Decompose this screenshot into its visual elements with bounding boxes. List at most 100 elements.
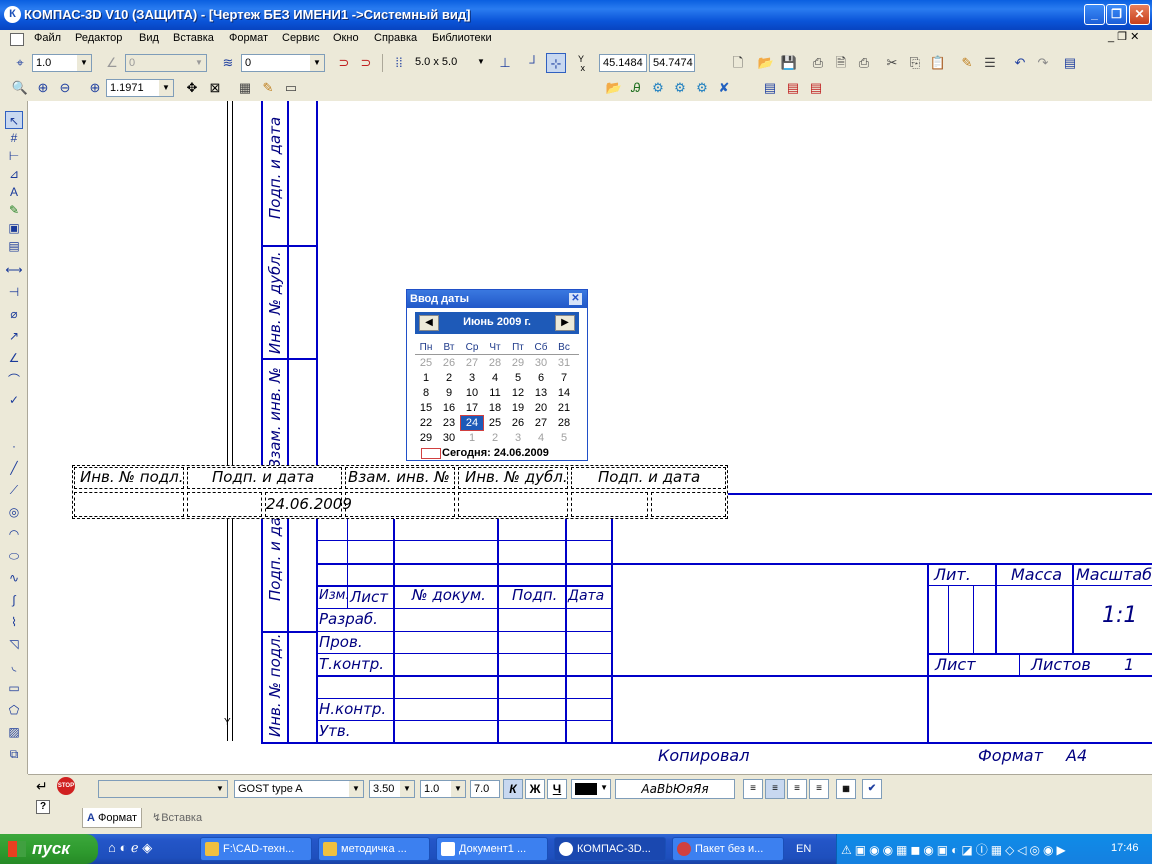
- close-button[interactable]: ✕: [1129, 4, 1150, 25]
- dimension-icon[interactable]: ⊢: [5, 147, 23, 165]
- save-icon[interactable]: 💾: [779, 53, 799, 73]
- tree-icon[interactable]: ⚙: [648, 78, 668, 98]
- spec-edit-icon[interactable]: ▤: [806, 78, 826, 98]
- align-center-button[interactable]: ≡: [765, 779, 785, 799]
- spline-icon[interactable]: ∿: [5, 569, 23, 587]
- menu-libraries[interactable]: Библиотеки: [432, 32, 492, 44]
- edit-icon[interactable]: A: [5, 183, 23, 201]
- calendar-day[interactable]: 20: [530, 401, 552, 415]
- calendar-day[interactable]: 11: [484, 386, 506, 400]
- measure-icon[interactable]: ▣: [5, 219, 23, 237]
- geometry-icon[interactable]: #: [5, 129, 23, 147]
- angle-combo[interactable]: 0 ▼: [125, 54, 207, 72]
- menu-view[interactable]: Вид: [139, 32, 159, 44]
- menu-help[interactable]: Справка: [374, 32, 417, 44]
- task-word[interactable]: Документ1 ...: [436, 837, 548, 861]
- copy-icon[interactable]: ⎘: [905, 53, 925, 73]
- polygon-icon[interactable]: ⬠: [5, 701, 23, 719]
- prev-month-button[interactable]: ◀: [419, 315, 439, 331]
- properties-icon[interactable]: ☰: [980, 53, 1000, 73]
- minimize-button[interactable]: _: [1084, 4, 1105, 25]
- cut-icon[interactable]: ✂: [882, 53, 902, 73]
- calendar-day[interactable]: 1: [461, 431, 483, 445]
- calendar-day[interactable]: 4: [530, 431, 552, 445]
- calendar-day[interactable]: 3: [461, 371, 483, 385]
- hatch-icon[interactable]: ▨: [5, 723, 23, 741]
- report-icon[interactable]: ▤: [5, 237, 23, 255]
- calendar-day[interactable]: 26: [438, 356, 460, 370]
- text-params-icon[interactable]: ▦: [836, 779, 856, 799]
- calendar-day[interactable]: 1: [415, 371, 437, 385]
- calendar-day[interactable]: 19: [507, 401, 529, 415]
- calendar-day[interactable]: 7: [553, 371, 575, 385]
- redo-icon[interactable]: ↷: [1033, 53, 1053, 73]
- italic-button[interactable]: К: [503, 779, 523, 799]
- task-kompas[interactable]: КОМПАС-3D...: [554, 837, 666, 861]
- radius-icon[interactable]: ↗: [5, 327, 23, 345]
- calendar-day[interactable]: 26: [507, 416, 529, 430]
- menu-edit[interactable]: Редактор: [75, 32, 122, 44]
- zoom-out-icon[interactable]: ⊖: [55, 78, 75, 98]
- calendar-day[interactable]: 13: [530, 386, 552, 400]
- ortho-icon[interactable]: ┘: [524, 53, 544, 73]
- task-folder[interactable]: методичка ...: [318, 837, 430, 861]
- start-button[interactable]: пуск: [0, 834, 98, 864]
- symbol-icon[interactable]: ⊿: [5, 165, 23, 183]
- new-file-icon[interactable]: 🗋: [728, 53, 748, 73]
- grid-icon[interactable]: ⁞⁞: [389, 53, 409, 73]
- close-icon[interactable]: ✕: [569, 293, 582, 305]
- layers-icon[interactable]: ≋: [218, 53, 238, 73]
- spacing-field[interactable]: 7.0: [470, 780, 500, 798]
- task-package[interactable]: Пакет без и...: [672, 837, 784, 861]
- line-icon[interactable]: ╱: [5, 459, 23, 477]
- calendar-day[interactable]: 27: [461, 356, 483, 370]
- align-right-button[interactable]: ≡: [787, 779, 807, 799]
- magnet-settings-icon[interactable]: ⊃: [356, 53, 376, 73]
- calendar-day[interactable]: 30: [438, 431, 460, 445]
- open-icon[interactable]: 📂: [756, 53, 776, 73]
- bezier-icon[interactable]: ∫: [5, 591, 23, 609]
- show-all-icon[interactable]: ⊠: [205, 78, 225, 98]
- stretch-combo[interactable]: 1.0 ▼: [420, 780, 466, 798]
- magnet-icon[interactable]: ⊃: [334, 53, 354, 73]
- spec-add-icon[interactable]: ▤: [783, 78, 803, 98]
- calendar-day[interactable]: 27: [530, 416, 552, 430]
- select-icon[interactable]: ↖: [5, 111, 23, 129]
- param-icon[interactable]: ✎: [5, 201, 23, 219]
- zoom-window-icon[interactable]: 🔍: [10, 78, 30, 98]
- step-combo[interactable]: 1.0 ▼: [32, 54, 92, 72]
- today-label[interactable]: Сегодня: 24.06.2009: [442, 447, 549, 459]
- preview-icon[interactable]: 🗎: [831, 53, 851, 73]
- menu-window[interactable]: Окно: [333, 32, 359, 44]
- date-picker[interactable]: Ввод даты ✕ ◀ Июнь 2009 г. ▶ Сегодня: 24…: [406, 289, 588, 461]
- calendar-day[interactable]: 25: [484, 416, 506, 430]
- tab-insert[interactable]: ↯Вставка: [148, 808, 206, 828]
- segment-icon[interactable]: ⟋: [5, 481, 23, 499]
- arc-icon[interactable]: ◠: [5, 525, 23, 543]
- calendar-day[interactable]: 3: [507, 431, 529, 445]
- calendar-day[interactable]: 4: [484, 371, 506, 385]
- library-icon[interactable]: 📂: [604, 78, 624, 98]
- calendar-day[interactable]: 31: [553, 356, 575, 370]
- roughness-icon[interactable]: ✓: [5, 391, 23, 409]
- tray-icons[interactable]: ⚠▣◉◉▦◼◉▣◐◪Ⓘ▦◇◁◎◉▶: [841, 841, 1069, 858]
- chamfer-icon[interactable]: ◹: [5, 635, 23, 653]
- calendar-day[interactable]: 8: [415, 386, 437, 400]
- brush-icon[interactable]: ✎: [258, 78, 278, 98]
- refresh-icon[interactable]: ▦: [235, 78, 255, 98]
- drawing-canvas[interactable]: Подп. и дата Инв. № дубл. Взам. инв. № П…: [28, 101, 1152, 774]
- equidistant-icon[interactable]: ⧉: [5, 745, 23, 763]
- snap-icon[interactable]: ⌖: [10, 53, 30, 73]
- ellipse-icon[interactable]: ⬭: [5, 547, 23, 565]
- calendar-day[interactable]: 12: [507, 386, 529, 400]
- circle-icon[interactable]: ◎: [5, 503, 23, 521]
- calendar-day[interactable]: 30: [530, 356, 552, 370]
- calendar-day[interactable]: 22: [415, 416, 437, 430]
- language-indicator[interactable]: EN: [796, 843, 811, 855]
- calendar-day[interactable]: 5: [553, 431, 575, 445]
- align-justify-button[interactable]: ≡: [809, 779, 829, 799]
- calendar-day[interactable]: 10: [461, 386, 483, 400]
- manager-icon[interactable]: ▤: [1060, 53, 1080, 73]
- coord-y-field[interactable]: 54.7474: [649, 54, 695, 72]
- table-cell[interactable]: [651, 492, 726, 517]
